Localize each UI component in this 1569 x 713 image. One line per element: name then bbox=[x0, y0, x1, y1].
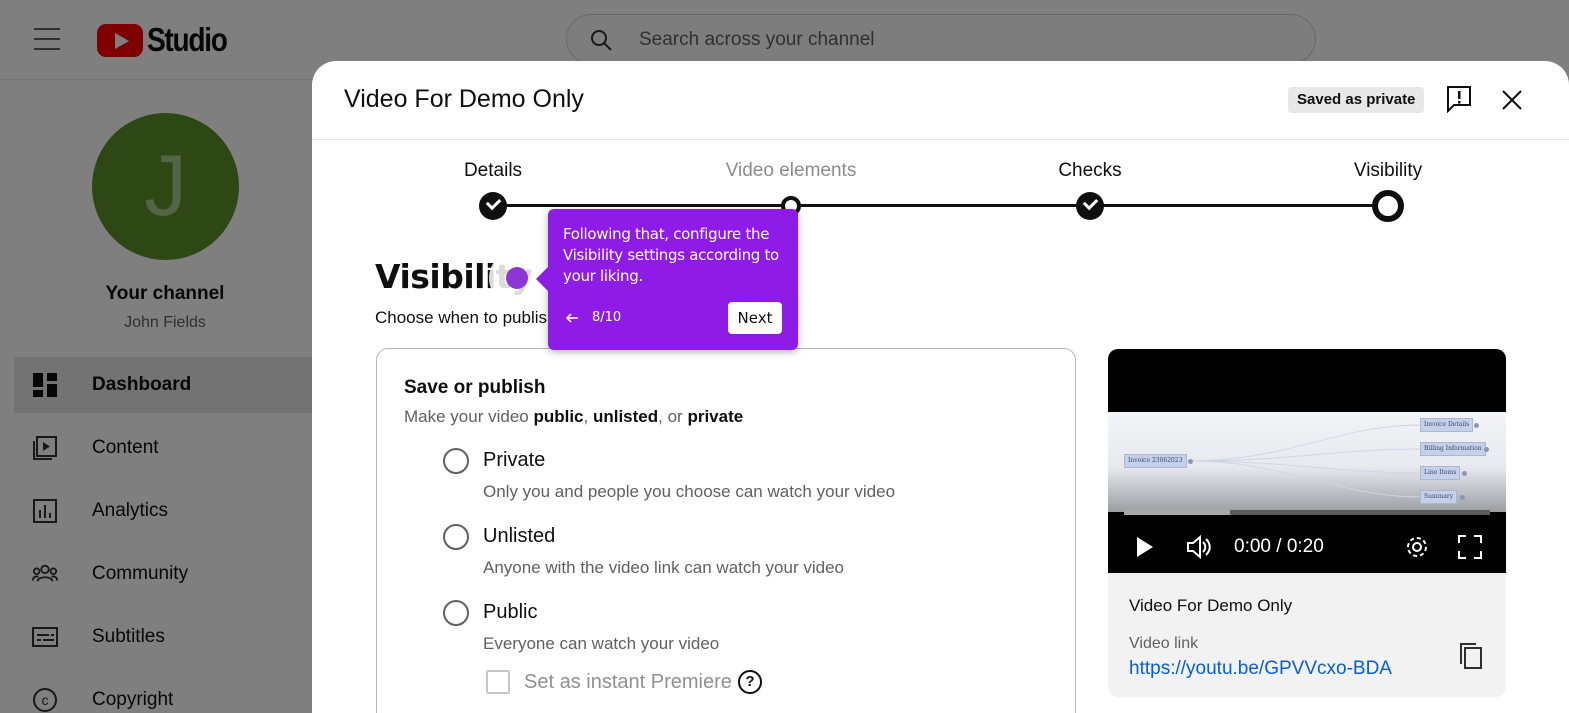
mindmap-branch-node: Line Items bbox=[1420, 466, 1461, 480]
step-visibility-dot[interactable] bbox=[1372, 190, 1404, 222]
video-link-label: Video link bbox=[1129, 635, 1199, 652]
feedback-icon[interactable] bbox=[1446, 85, 1472, 113]
mindmap-branch-node: Billing Information bbox=[1420, 442, 1486, 456]
instant-premiere-label: Set as instant Premiere bbox=[524, 671, 732, 693]
mindmap-dot bbox=[1474, 423, 1479, 428]
step-visibility-label[interactable]: Visibility bbox=[1354, 160, 1422, 182]
save-or-publish-card: Save or publish Make your video public, … bbox=[376, 348, 1076, 713]
tour-next-button[interactable]: Next bbox=[728, 302, 782, 334]
settings-gear-icon[interactable] bbox=[1403, 533, 1431, 561]
card-title: Save or publish bbox=[404, 377, 546, 398]
video-time: 0:00 / 0:20 bbox=[1234, 536, 1324, 557]
unlisted-radio[interactable] bbox=[443, 524, 469, 550]
card-subtitle: Make your video public, unlisted, or pri… bbox=[404, 407, 744, 426]
video-link[interactable]: https://youtu.be/GPVVcxo-BDA bbox=[1129, 658, 1392, 680]
video-progress-fill bbox=[1124, 510, 1231, 515]
video-preview-panel: Invoice 23062023 Invoice Details Billing… bbox=[1108, 349, 1506, 697]
video-progress-bar[interactable] bbox=[1124, 510, 1490, 515]
step-details-check-icon[interactable] bbox=[479, 192, 507, 220]
step-checks-check-icon[interactable] bbox=[1076, 192, 1104, 220]
volume-icon[interactable] bbox=[1185, 533, 1213, 561]
mindmap-dot bbox=[1188, 459, 1193, 464]
mindmap-root-node: Invoice 23062023 bbox=[1124, 454, 1187, 468]
stepper-track bbox=[493, 204, 1389, 207]
option-label: Private bbox=[483, 449, 546, 471]
saved-status-badge: Saved as private bbox=[1288, 87, 1425, 113]
dialog-header: Video For Demo Only Saved as private bbox=[312, 61, 1569, 140]
step-video-elements-label[interactable]: Video elements bbox=[726, 160, 857, 182]
option-description: Only you and people you choose can watch… bbox=[483, 482, 896, 501]
close-icon[interactable] bbox=[1499, 87, 1525, 113]
upload-dialog: Video For Demo Only Saved as private Det… bbox=[312, 61, 1569, 713]
video-player[interactable]: Invoice 23062023 Invoice Details Billing… bbox=[1108, 349, 1506, 573]
video-frame: Invoice 23062023 Invoice Details Billing… bbox=[1108, 412, 1506, 512]
tour-tooltip-text: Following that, configure the Visibility… bbox=[563, 225, 779, 285]
mindmap-branch-node: Invoice Details bbox=[1420, 418, 1474, 432]
mindmap-dot bbox=[1462, 471, 1467, 476]
mindmap-branch-node: Summary bbox=[1420, 490, 1458, 504]
play-icon[interactable] bbox=[1130, 533, 1158, 561]
tour-hotspot[interactable] bbox=[506, 267, 528, 289]
fullscreen-icon[interactable] bbox=[1456, 533, 1484, 561]
preview-video-title: Video For Demo Only bbox=[1129, 596, 1293, 615]
instant-premiere-checkbox[interactable] bbox=[486, 670, 510, 694]
dialog-title: Video For Demo Only bbox=[344, 85, 584, 113]
copy-icon[interactable] bbox=[1458, 641, 1484, 671]
tour-step-counter: 8/10 bbox=[592, 310, 622, 325]
tour-tooltip: Following that, configure the Visibility… bbox=[536, 209, 798, 350]
private-radio[interactable] bbox=[443, 448, 469, 474]
option-label: Unlisted bbox=[483, 525, 556, 547]
public-radio[interactable] bbox=[443, 600, 469, 626]
option-label: Public bbox=[483, 601, 538, 623]
visibility-subheading: Choose when to publis bbox=[375, 308, 548, 327]
back-arrow-icon[interactable] bbox=[564, 310, 580, 326]
mindmap-dot bbox=[1484, 447, 1489, 452]
step-details-label[interactable]: Details bbox=[464, 160, 522, 182]
mindmap-dot bbox=[1460, 495, 1465, 500]
help-icon[interactable]: ? bbox=[738, 670, 762, 694]
option-description: Everyone can watch your video bbox=[483, 634, 720, 653]
option-description: Anyone with the video link can watch you… bbox=[483, 558, 844, 577]
step-checks-label[interactable]: Checks bbox=[1058, 160, 1121, 182]
